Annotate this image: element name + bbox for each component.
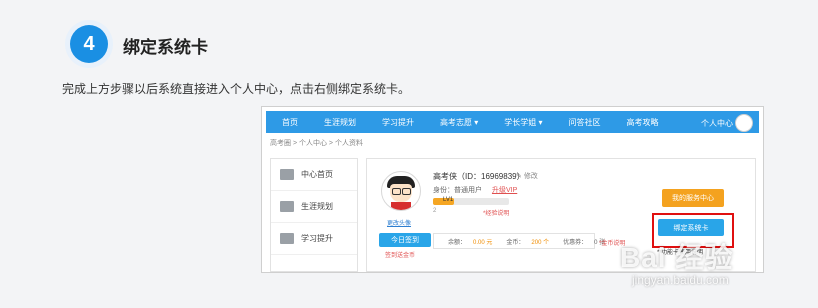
watermark-url: jingyan.baidu.com — [632, 273, 729, 287]
account-stats: 余额： 0.00 元 金币： 200 个 优惠券： 0 张 — [433, 233, 605, 249]
nav-item-qa[interactable]: 问答社区 — [556, 117, 614, 128]
user-name: 高考侠（ID：16969839） — [433, 172, 525, 181]
nav-item-study[interactable]: 学习提升 — [369, 117, 427, 128]
nav-item-career[interactable]: 生涯规划 — [311, 117, 369, 128]
checkin-gift-text: 签到送金币 — [385, 253, 416, 259]
checkin-button[interactable]: 今日签到 — [379, 233, 431, 247]
sidebar-item-label: 生涯规划 — [301, 202, 333, 211]
nav-user-center[interactable]: 个人中心 — [701, 118, 733, 129]
nav-item-seniors[interactable]: 学长学姐 ▾ — [491, 117, 555, 128]
nav-avatar[interactable] — [735, 114, 753, 132]
sidebar-item-label: 学习提升 — [301, 234, 333, 243]
breadcrumb: 高考圈 > 个人中心 > 个人资料 — [270, 140, 363, 147]
step-number: 4 — [70, 25, 108, 63]
step-number-badge: 4 — [65, 20, 113, 68]
level-rule-link[interactable]: *经验说明 — [483, 208, 509, 217]
nav-item-home[interactable]: 首页 — [266, 117, 311, 128]
service-center-button[interactable]: 我的服务中心 — [662, 189, 724, 207]
bank-icon — [280, 169, 294, 180]
avatar — [381, 171, 421, 211]
sidebar-item-study[interactable]: 学习提升 — [271, 223, 357, 255]
top-nav: 首页 生涯规划 学习提升 高考志愿 ▾ 学长学姐 ▾ 问答社区 高考攻略 个人中… — [266, 111, 759, 133]
sidebar: 中心首页 生涯规划 学习提升 — [270, 158, 358, 272]
step-title: 绑定系统卡 — [123, 38, 208, 57]
sidebar-item-career[interactable]: 生涯规划 — [271, 191, 357, 223]
edit-link[interactable]: ✎ 修改 — [516, 171, 538, 181]
upgrade-vip-link[interactable]: 升级VIP — [492, 187, 517, 194]
nav-item-application[interactable]: 高考志愿 ▾ — [427, 117, 491, 128]
instruction-text: 完成上方步骤以后系统直接进入个人中心，点击右侧绑定系统卡。 — [62, 82, 411, 96]
watermark-logo: Bai 经验 — [620, 242, 734, 273]
identity-row: 身份：普通用户 升级VIP — [433, 187, 518, 194]
level-label: LV1 — [443, 197, 454, 203]
grid-icon — [280, 201, 294, 212]
change-avatar-link[interactable]: 更改头像 — [387, 218, 411, 227]
sidebar-item-home[interactable]: 中心首页 — [271, 159, 357, 191]
level-value: 2 — [433, 208, 437, 214]
chart-icon — [280, 233, 294, 244]
nav-item-guide[interactable]: 高考攻略 — [614, 117, 672, 128]
sidebar-item-label: 中心首页 — [301, 170, 333, 179]
bind-card-button[interactable]: 绑定系统卡 — [658, 219, 724, 236]
